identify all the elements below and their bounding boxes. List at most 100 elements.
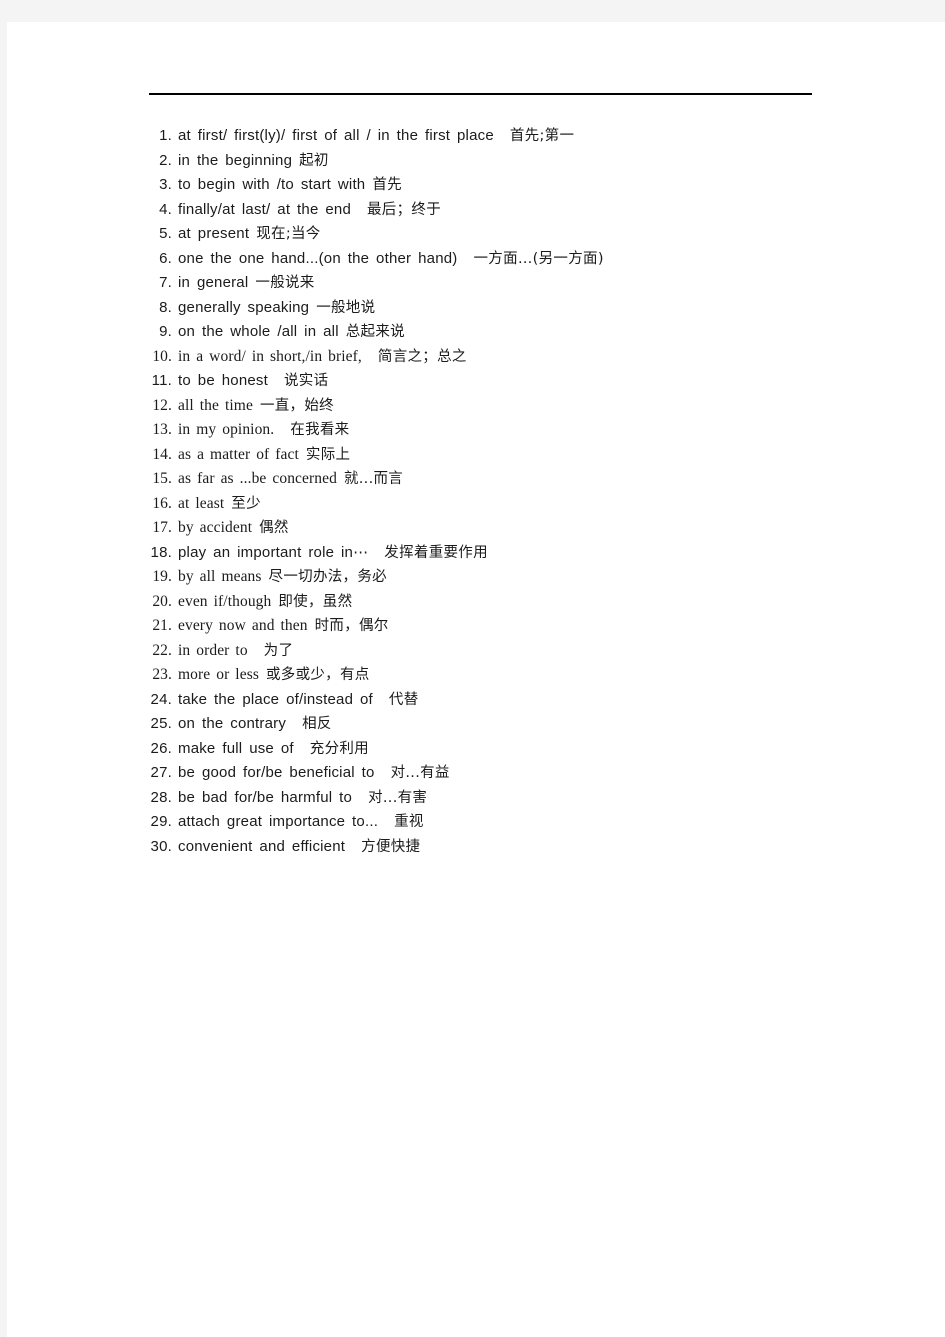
phrase-english: by accident <box>178 519 253 536</box>
list-item-number: 20. <box>152 592 172 610</box>
phrase-english: be good for/be beneficial to <box>178 764 375 781</box>
phrase-english: all the time <box>178 396 253 414</box>
phrase-chinese: 相反 <box>302 716 332 732</box>
list-item-body: every now and then 时而，偶尔 <box>178 614 389 639</box>
list-item: 14. as a matter of fact 实际上 <box>0 443 945 468</box>
phrase-english: generally speaking <box>178 298 310 316</box>
list-item-body: more or less 或多或少，有点 <box>178 663 370 688</box>
phrase-chinese: 重视 <box>394 814 424 830</box>
list-item: 18. play an important role in⋯ 发挥着重要作用 <box>0 541 945 566</box>
list-item-body: in general 一般说来 <box>178 271 315 296</box>
list-item-body: convenient and efficient 方便快捷 <box>178 835 420 860</box>
list-item-number: 12. <box>152 396 172 414</box>
phrase-english: in the beginning <box>178 151 293 169</box>
phrase-english: at least <box>178 494 225 512</box>
phrase-chinese: 首先 <box>372 177 402 193</box>
list-item-body: by all means 尽一切办法，务必 <box>178 565 387 590</box>
list-item-number: 26. <box>150 739 172 757</box>
list-item: 1. at first/ first(ly)/ first of all / in… <box>0 124 945 149</box>
list-item-number: 5. <box>159 225 172 242</box>
phrase-chinese: 偶然 <box>259 520 289 536</box>
list-item-number: 30. <box>150 837 172 855</box>
phrase-chinese: 在我看来 <box>290 422 350 438</box>
phrase-english: even if/though <box>178 592 272 610</box>
list-item: 26. make full use of 充分利用 <box>0 737 945 762</box>
phrase-english: at first/ first(ly)/ first of all / in t… <box>178 127 494 144</box>
phrase-chinese: 尽一切办法，务必 <box>268 569 387 585</box>
list-item: 24. take the place of/instead of 代替 <box>0 688 945 713</box>
list-item-body: in a word/ in short,/in brief, 简言之；总之 <box>178 345 467 370</box>
phrase-chinese: 对...有益 <box>390 765 450 781</box>
list-item-body: at least 至少 <box>178 492 261 517</box>
phrase-chinese: 为了 <box>263 642 294 659</box>
list-item: 16. at least 至少 <box>0 492 945 517</box>
phrase-english: in a word/ in short,/in brief, <box>178 347 362 365</box>
list-item-body: even if/though 即使，虽然 <box>178 590 352 615</box>
phrase-chinese: 现在;当今 <box>256 226 321 242</box>
phrase-english: take the place of/instead of <box>178 690 373 708</box>
phrase-chinese: 方便快捷 <box>361 838 421 855</box>
list-item-body: at first/ first(ly)/ first of all / in t… <box>178 124 574 149</box>
list-item: 2. in the beginning 起初 <box>0 149 945 174</box>
list-item: 10. in a word/ in short,/in brief, 简言之；总之 <box>0 345 945 370</box>
phrase-english: at present <box>178 225 250 242</box>
list-item-number: 6. <box>159 249 172 267</box>
phrase-english: on the contrary <box>178 715 287 732</box>
phrase-english: to be honest <box>178 372 268 389</box>
phrase-english: to begin with /to start with <box>178 176 366 193</box>
list-item-number: 15. <box>152 470 172 487</box>
list-item-number: 18. <box>150 543 172 561</box>
phrase-chinese: 一般地说 <box>316 299 376 316</box>
list-item-number: 22. <box>152 641 172 659</box>
list-item-number: 27. <box>150 764 172 781</box>
list-item-number: 10. <box>152 347 172 365</box>
list-item-body: to be honest 说实话 <box>178 369 328 394</box>
list-item: 17. by accident 偶然 <box>0 516 945 541</box>
list-item-body: in the beginning 起初 <box>178 149 329 174</box>
phrase-chinese: 充分利用 <box>309 740 369 757</box>
phrase-english: convenient and efficient <box>178 837 346 855</box>
list-item: 13. in my opinion. 在我看来 <box>0 418 945 443</box>
phrase-english: as far as ...be concerned <box>178 470 337 487</box>
list-item-body: on the whole /all in all 总起来说 <box>178 320 405 345</box>
list-item: 21. every now and then 时而，偶尔 <box>0 614 945 639</box>
list-item: 8. generally speaking 一般地说 <box>0 296 945 321</box>
list-item-number: 21. <box>152 617 172 634</box>
list-item-body: one the one hand...(on the other hand) 一方… <box>178 247 604 272</box>
list-item-body: make full use of 充分利用 <box>178 737 369 762</box>
list-item: 3. to begin with /to start with 首先 <box>0 173 945 198</box>
phrase-english: in my opinion. <box>178 421 275 438</box>
list-item-number: 28. <box>150 788 172 806</box>
scan-margin-top <box>0 0 945 22</box>
phrase-chinese: 一直，始终 <box>259 397 334 414</box>
phrase-english: every now and then <box>178 617 308 634</box>
list-item-number: 7. <box>159 274 172 291</box>
list-item: 15. as far as ...be concerned 就...而言 <box>0 467 945 492</box>
list-item-number: 9. <box>159 323 172 340</box>
list-item: 11. to be honest 说实话 <box>0 369 945 394</box>
list-item-number: 24. <box>150 690 172 708</box>
list-item-body: be good for/be beneficial to 对...有益 <box>178 761 450 786</box>
list-item-number: 13. <box>152 421 172 438</box>
phrase-chinese: 就...而言 <box>343 471 404 487</box>
phrase-chinese: 简言之；总之 <box>377 348 467 365</box>
phrase-english: be bad for/be harmful to <box>178 788 353 806</box>
phrase-english: one the one hand...(on the other hand) <box>178 249 458 267</box>
list-item-body: attach great importance to... 重视 <box>178 810 424 835</box>
list-item: 29. attach great importance to... 重视 <box>0 810 945 835</box>
phrase-chinese: 起初 <box>299 152 329 169</box>
phrase-chinese: 时而，偶尔 <box>314 618 389 634</box>
phrase-chinese: 首先;第一 <box>509 128 575 144</box>
list-item-body: on the contrary 相反 <box>178 712 332 737</box>
list-item-number: 1. <box>159 127 172 144</box>
list-item-number: 2. <box>159 151 172 169</box>
list-item-number: 16. <box>152 494 172 512</box>
header-horizontal-rule <box>149 93 812 95</box>
list-item-body: take the place of/instead of 代替 <box>178 688 419 713</box>
list-item-body: all the time 一直，始终 <box>178 394 334 419</box>
phrase-chinese: 至少 <box>231 495 261 512</box>
phrase-chinese: 发挥着重要作用 <box>384 544 488 561</box>
phrase-chinese: 最后；终于 <box>367 201 441 218</box>
list-item: 28. be bad for/be harmful to 对...有害 <box>0 786 945 811</box>
list-item-body: by accident 偶然 <box>178 516 289 541</box>
